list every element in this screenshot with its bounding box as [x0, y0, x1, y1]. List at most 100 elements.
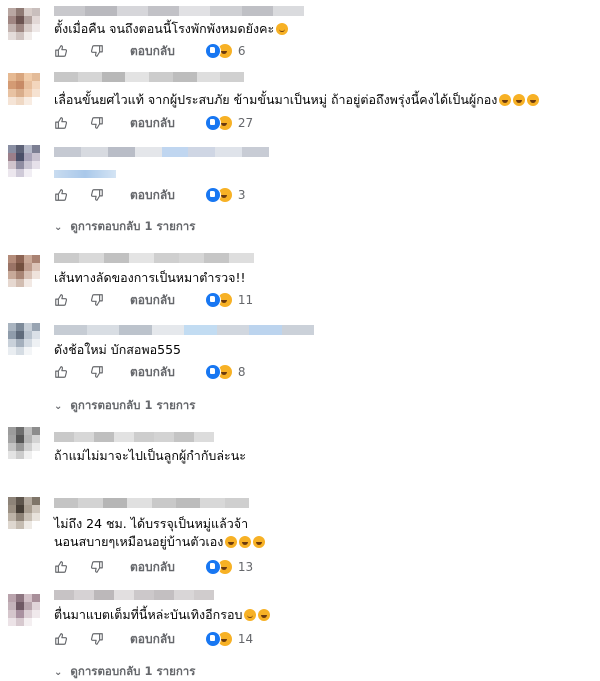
thumbs-down-icon[interactable] [90, 632, 104, 646]
view-replies-label: ดูการตอบกลับ 1 รายการ [70, 398, 196, 412]
laughing-emoji-icon [253, 536, 266, 548]
reply-button[interactable]: ตอบกลับ [130, 186, 175, 205]
comment-text: ตื่นมาแบตเต็มที่นี้หล่ะบันเทิงอีกรอบ [54, 606, 271, 624]
thumbs-up-icon[interactable] [54, 293, 68, 307]
comment-text-line: ตั้งเมื่อคืน จนถึงตอนนี้โรงพักพังหมดยังค… [54, 21, 275, 36]
avatar[interactable] [8, 255, 40, 287]
author-name-blurred[interactable] [54, 72, 244, 82]
comment-list: ตั้งเมื่อคืน จนถึงตอนนี้โรงพักพังหมดยังค… [0, 0, 600, 678]
view-replies-label: ดูการตอบกลับ 1 รายการ [70, 664, 196, 678]
comment-text-line: ไม่ถึง 24 ชม. ได้บรรจุเป็นหมู่แล้วจ้า [54, 516, 249, 531]
smiling-emoji-icon [276, 23, 289, 35]
laughing-emoji-icon [499, 94, 512, 106]
laughing-emoji-icon [258, 609, 271, 621]
comment-actions: ตอบกลับ 13 [54, 558, 253, 576]
comment-text-line: เส้นทางลัดของการเป็นหมาตำรวจ!! [54, 270, 246, 285]
thumbs-down-icon[interactable] [90, 188, 104, 202]
comment-text-line: เลื่อนขั้นยศไวแท้ จากผู้ประสบภัย ข้ามขั้… [54, 92, 498, 107]
reaction-count: 3 [237, 188, 246, 202]
author-name-blurred[interactable] [54, 590, 214, 600]
chevron-down-icon: ⌄ [54, 221, 63, 233]
thumbs-down-icon[interactable] [90, 116, 104, 130]
chevron-down-icon: ⌄ [54, 400, 63, 412]
like-reaction-icon [204, 364, 221, 380]
author-name-blurred[interactable] [54, 6, 304, 16]
comment-text-blurred [54, 170, 116, 178]
laughing-emoji-icon [239, 536, 252, 548]
comment-actions: ตอบกลับ 6 [54, 42, 246, 60]
thumbs-up-icon[interactable] [54, 44, 68, 58]
avatar[interactable] [8, 8, 40, 40]
avatar[interactable] [8, 594, 40, 626]
thumbs-down-icon[interactable] [90, 560, 104, 574]
reply-button[interactable]: ตอบกลับ [130, 558, 175, 577]
comment-text: เส้นทางลัดของการเป็นหมาตำรวจ!! [54, 269, 246, 287]
comment-text: ถ้าแม่ไม่มาจะไปเป็นลูกผู้กำกับล่ะนะ [54, 447, 246, 465]
like-reaction-icon [204, 559, 221, 575]
chevron-down-icon: ⌄ [54, 666, 63, 678]
comment-actions: ตอบกลับ 14 [54, 630, 253, 648]
avatar[interactable] [8, 323, 40, 355]
reaction-summary[interactable]: 8 [204, 364, 246, 380]
reply-button[interactable]: ตอบกลับ [130, 630, 175, 649]
reaction-summary[interactable]: 14 [204, 631, 254, 647]
smiling-emoji-icon [244, 609, 257, 621]
thumbs-up-icon[interactable] [54, 116, 68, 130]
like-reaction-icon [204, 115, 221, 131]
comment-text: ตั้งเมื่อคืน จนถึงตอนนี้โรงพักพังหมดยังค… [54, 20, 289, 38]
like-reaction-icon [204, 187, 221, 203]
thumbs-up-icon[interactable] [54, 365, 68, 379]
view-replies-link[interactable]: ⌄ ดูการตอบกลับ 1 รายการ [54, 397, 195, 415]
comment-actions: ตอบกลับ 8 [54, 363, 246, 381]
comment-text: ดังช้อใหม่ บักสอพอ555 [54, 341, 181, 359]
thumbs-up-icon[interactable] [54, 560, 68, 574]
avatar[interactable] [8, 497, 40, 529]
avatar[interactable] [8, 145, 40, 177]
comment-text [54, 165, 116, 183]
author-name-blurred[interactable] [54, 253, 254, 263]
reaction-summary[interactable]: 3 [204, 187, 246, 203]
comment-text-line: ถ้าแม่ไม่มาจะไปเป็นลูกผู้กำกับล่ะนะ [54, 448, 246, 463]
thumbs-up-icon[interactable] [54, 632, 68, 646]
reaction-summary[interactable]: 27 [204, 115, 254, 131]
thumbs-up-icon[interactable] [54, 188, 68, 202]
reaction-summary[interactable]: 11 [204, 292, 254, 308]
like-reaction-icon [204, 292, 221, 308]
thumbs-down-icon[interactable] [90, 293, 104, 307]
author-name-blurred[interactable] [54, 147, 269, 157]
reaction-summary[interactable]: 6 [204, 43, 246, 59]
comment-actions: ตอบกลับ 11 [54, 291, 253, 309]
reaction-count: 14 [237, 632, 254, 646]
thumbs-down-icon[interactable] [90, 365, 104, 379]
laughing-emoji-icon [225, 536, 238, 548]
laughing-emoji-icon [513, 94, 526, 106]
author-name-blurred[interactable] [54, 325, 314, 335]
comment-text-line: ดังช้อใหม่ บักสอพอ555 [54, 342, 182, 357]
view-replies-link[interactable]: ⌄ ดูการตอบกลับ 1 รายการ [54, 218, 195, 236]
avatar[interactable] [8, 427, 40, 459]
comment-text: เลื่อนขั้นยศไวแท้ จากผู้ประสบภัย ข้ามขั้… [54, 91, 540, 109]
author-name-blurred[interactable] [54, 498, 249, 508]
reaction-summary[interactable]: 13 [204, 559, 254, 575]
reaction-count: 6 [237, 44, 246, 58]
thumbs-down-icon[interactable] [90, 44, 104, 58]
reaction-count: 11 [237, 293, 254, 307]
view-replies-link[interactable]: ⌄ ดูการตอบกลับ 1 รายการ [54, 663, 195, 681]
comment-text-line: ตื่นมาแบตเต็มที่นี้หล่ะบันเทิงอีกรอบ [54, 607, 243, 622]
laughing-emoji-icon [527, 94, 540, 106]
reaction-count: 13 [237, 560, 254, 574]
avatar[interactable] [8, 73, 40, 105]
comment-text-line: นอนสบายๆเหมือนอยู่บ้านตัวเอง [54, 534, 224, 549]
reaction-count: 8 [237, 365, 246, 379]
reply-button[interactable]: ตอบกลับ [130, 363, 175, 382]
reaction-count: 27 [237, 116, 254, 130]
reply-button[interactable]: ตอบกลับ [130, 114, 175, 133]
view-replies-label: ดูการตอบกลับ 1 รายการ [70, 219, 196, 233]
comment-text: ไม่ถึง 24 ชม. ได้บรรจุเป็นหมู่แล้วจ้านอน… [54, 515, 266, 551]
like-reaction-icon [204, 631, 221, 647]
reply-button[interactable]: ตอบกลับ [130, 42, 175, 61]
comment-actions: ตอบกลับ 27 [54, 114, 253, 132]
reply-button[interactable]: ตอบกลับ [130, 291, 175, 310]
comment-actions: ตอบกลับ 3 [54, 186, 246, 204]
author-name-blurred[interactable] [54, 432, 214, 442]
